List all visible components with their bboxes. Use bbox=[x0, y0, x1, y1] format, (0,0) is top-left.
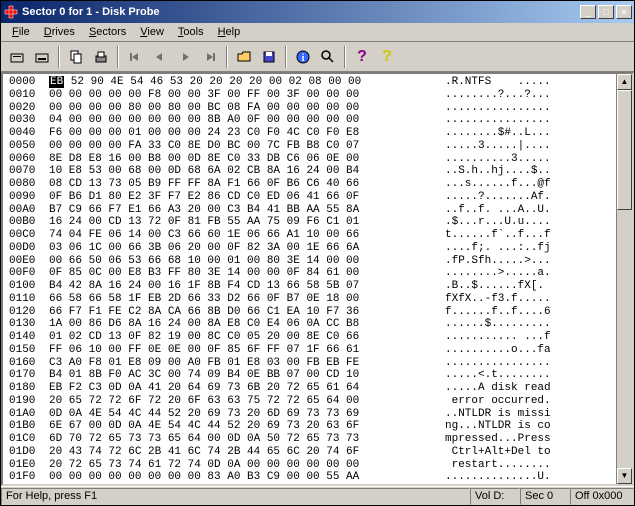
hex-row: 011066 58 66 58 1F EB 2D 66 33 D2 66 0F … bbox=[9, 293, 626, 306]
hex-row: 005000 00 00 00 FA 33 C0 8E D0 BC 00 7C … bbox=[9, 140, 626, 153]
scroll-thumb[interactable] bbox=[617, 90, 632, 210]
scroll-up-button[interactable]: ▲ bbox=[617, 74, 632, 90]
window-title: Sector 0 for 1 - Disk Probe bbox=[22, 6, 580, 18]
hex-row: 003004 00 00 00 00 00 00 00 8B A0 0F 00 … bbox=[9, 114, 626, 127]
status-help: For Help, press F1 bbox=[1, 488, 470, 505]
hex-row: 00F00F 85 0C 00 E8 B3 FF 80 3E 14 00 00 … bbox=[9, 267, 626, 280]
menu-file[interactable]: File bbox=[5, 24, 37, 40]
open-volume-button[interactable] bbox=[30, 45, 54, 69]
hex-row: 0000EB 52 90 4E 54 46 53 20 20 20 20 00 … bbox=[9, 76, 626, 89]
menu-tools[interactable]: Tools bbox=[171, 24, 211, 40]
scroll-down-button[interactable]: ▼ bbox=[617, 468, 632, 484]
hex-row: 00C074 04 FE 06 14 00 C3 66 60 1E 06 66 … bbox=[9, 229, 626, 242]
hex-row: 0040F6 00 00 00 01 00 00 00 24 23 C0 F0 … bbox=[9, 127, 626, 140]
info-button[interactable]: i bbox=[291, 45, 315, 69]
menu-view[interactable]: View bbox=[133, 24, 171, 40]
status-offset: Off 0x000 bbox=[570, 488, 634, 505]
hex-row: 001000 00 00 00 00 F8 00 00 3F 00 FF 00 … bbox=[9, 89, 626, 102]
menu-help[interactable]: Help bbox=[211, 24, 248, 40]
context-help-button[interactable]: ? bbox=[375, 45, 399, 69]
maximize-button[interactable]: □ bbox=[598, 5, 614, 19]
last-sector-button[interactable] bbox=[198, 45, 222, 69]
hex-row: 002000 00 00 00 80 00 80 00 BC 08 FA 00 … bbox=[9, 102, 626, 115]
hex-row: 0100B4 42 8A 16 24 00 16 1F 8B F4 CD 13 … bbox=[9, 280, 626, 293]
hex-row: 00E000 66 50 06 53 66 68 10 00 01 00 80 … bbox=[9, 255, 626, 268]
hex-row: 0150FF 06 10 00 FF 0E 0E 00 0F 85 6F FF … bbox=[9, 344, 626, 357]
hex-row: 01E020 72 65 73 74 61 72 74 0D 0A 00 00 … bbox=[9, 459, 626, 472]
prev-sector-button[interactable] bbox=[148, 45, 172, 69]
hex-row: 01C06D 70 72 65 73 73 65 64 00 0D 0A 50 … bbox=[9, 433, 626, 446]
hex-row: 01301A 00 86 D6 8A 16 24 00 8A E8 C0 E4 … bbox=[9, 318, 626, 331]
print-button[interactable] bbox=[89, 45, 113, 69]
hex-row: 0170B4 01 8B F0 AC 3C 00 74 09 B4 0E BB … bbox=[9, 369, 626, 382]
hex-row: 007010 E8 53 00 68 00 0D 68 6A 02 CB 8A … bbox=[9, 165, 626, 178]
hex-row: 00A0B7 C9 66 F7 E1 66 A3 20 00 C3 B4 41 … bbox=[9, 204, 626, 217]
hex-row: 00B016 24 00 CD 13 72 0F 81 FB 55 AA 75 … bbox=[9, 216, 626, 229]
hex-row: 00900F B6 D1 80 E2 3F F7 E2 86 CD C0 ED … bbox=[9, 191, 626, 204]
menu-sectors[interactable]: Sectors bbox=[82, 24, 133, 40]
help-button[interactable]: ? bbox=[350, 45, 374, 69]
hex-row: 01B06E 67 00 0D 0A 4E 54 4C 44 52 20 69 … bbox=[9, 420, 626, 433]
app-icon bbox=[3, 4, 19, 20]
svg-text:i: i bbox=[302, 53, 305, 64]
hex-row: 01D020 43 74 72 6C 2B 41 6C 74 2B 44 65 … bbox=[9, 446, 626, 459]
hex-row: 014001 02 CD 13 0F 82 19 00 8C C0 05 20 … bbox=[9, 331, 626, 344]
save-button[interactable] bbox=[257, 45, 281, 69]
close-button[interactable]: ✕ bbox=[616, 5, 632, 19]
hex-row: 0180EB F2 C3 0D 0A 41 20 64 69 73 6B 20 … bbox=[9, 382, 626, 395]
toolbar: i ? ? bbox=[1, 42, 634, 72]
hex-row: 019020 65 72 72 6F 72 20 6F 63 63 75 72 … bbox=[9, 395, 626, 408]
next-sector-button[interactable] bbox=[173, 45, 197, 69]
titlebar: Sector 0 for 1 - Disk Probe _ □ ✕ bbox=[1, 1, 634, 23]
hex-row: 0160C3 A0 F8 01 E8 09 00 A0 FB 01 E8 03 … bbox=[9, 357, 626, 370]
statusbar: For Help, press F1 Vol D: Sec 0 Off 0x00… bbox=[1, 486, 634, 505]
menu-drives[interactable]: Drives bbox=[37, 24, 82, 40]
hex-view[interactable]: 0000EB 52 90 4E 54 46 53 20 20 20 20 00 … bbox=[3, 74, 632, 486]
status-sector: Sec 0 bbox=[520, 488, 570, 505]
minimize-button[interactable]: _ bbox=[580, 5, 596, 19]
content-area: 0000EB 52 90 4E 54 46 53 20 20 20 20 00 … bbox=[1, 72, 634, 486]
first-sector-button[interactable] bbox=[123, 45, 147, 69]
hex-row: 01F000 00 00 00 00 00 00 00 83 A0 B3 C9 … bbox=[9, 471, 626, 484]
hex-row: 00608E D8 E8 16 00 B8 00 0D 8E C0 33 DB … bbox=[9, 153, 626, 166]
hex-row: 008008 CD 13 73 05 B9 FF FF 8A F1 66 0F … bbox=[9, 178, 626, 191]
menubar: File Drives Sectors View Tools Help bbox=[1, 23, 634, 42]
open-file-button[interactable] bbox=[232, 45, 256, 69]
status-volume: Vol D: bbox=[470, 488, 520, 505]
search-button[interactable] bbox=[316, 45, 340, 69]
hex-row: 01A00D 0A 4E 54 4C 44 52 20 69 73 20 6D … bbox=[9, 408, 626, 421]
hex-row: 012066 F7 F1 FE C2 8A CA 66 8B D0 66 C1 … bbox=[9, 306, 626, 319]
open-drive-button[interactable] bbox=[5, 45, 29, 69]
copy-button[interactable] bbox=[64, 45, 88, 69]
vertical-scrollbar[interactable]: ▲ ▼ bbox=[616, 74, 632, 484]
hex-row: 00D003 06 1C 00 66 3B 06 20 00 0F 82 3A … bbox=[9, 242, 626, 255]
